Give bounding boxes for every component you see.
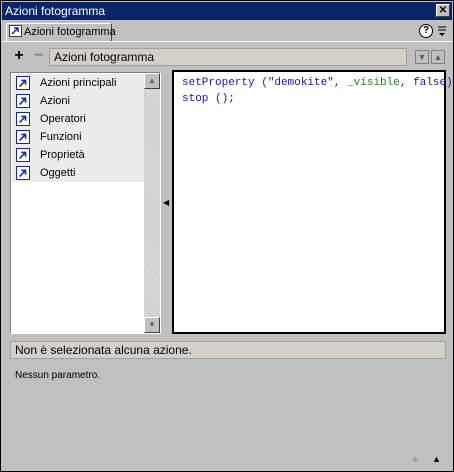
toolbox-item[interactable]: Operatori [12, 110, 146, 128]
script-func: stop [182, 93, 209, 105]
collapse-left-icon[interactable]: ◀ [163, 196, 169, 210]
action-arrow-icon [9, 25, 22, 37]
tab-azioni-fotogramma[interactable]: Azioni fotogramma [6, 23, 116, 42]
scroll-down-button[interactable]: ▼ [144, 317, 160, 333]
pane-splitter[interactable]: ◀ [162, 72, 170, 334]
script-func: setProperty [182, 77, 255, 89]
panel-menu-button[interactable] [437, 25, 447, 37]
toolbox-item[interactable]: Funzioni [12, 128, 146, 146]
book-arrow-icon [16, 76, 30, 90]
help-icon: ? [422, 25, 430, 36]
close-icon: ✕ [438, 5, 448, 16]
toolbox-scrollbar[interactable]: ▲ ▼ [144, 73, 160, 333]
scroll-up-button[interactable]: ▲ [144, 73, 160, 89]
status-bar: Non è selezionata alcuna azione. [10, 341, 446, 359]
scroll-down-icon: ▼ [148, 320, 156, 329]
script-token: , [399, 77, 414, 89]
tab-label: Azioni fotogramma [24, 26, 116, 38]
toolbox-item[interactable]: Azioni [12, 92, 146, 110]
toolbox-item[interactable]: Oggetti [12, 164, 146, 182]
triangle-up-icon: ▲ [433, 52, 443, 62]
book-arrow-icon [16, 148, 30, 162]
title-bar: Azioni fotogramma ✕ [2, 2, 452, 20]
toolbox-item-label: Oggetti [40, 167, 76, 179]
move-down-button[interactable]: ▼ [415, 50, 429, 64]
triangle-down-icon: ▼ [417, 52, 427, 62]
toolbox-item-label: Proprietà [40, 149, 85, 161]
script-token: , [333, 77, 348, 89]
close-button[interactable]: ✕ [436, 4, 450, 17]
toolbox-item-label: Operatori [40, 113, 86, 125]
book-arrow-icon [16, 130, 30, 144]
book-arrow-icon [16, 112, 30, 126]
collapse-params-icon[interactable]: ▲ [432, 453, 444, 465]
window-title: Azioni fotogramma [5, 4, 106, 18]
toolbox-list: Azioni principali Azioni Operatori Funzi… [12, 74, 146, 182]
scroll-up-icon: ▲ [148, 76, 156, 85]
book-arrow-icon [16, 166, 30, 180]
actions-toolbox: Azioni principali Azioni Operatori Funzi… [10, 72, 161, 334]
script-property: _visible [347, 77, 400, 89]
add-action-button[interactable]: + [11, 48, 27, 65]
script-token: (); [208, 93, 235, 105]
script-token: ( [254, 77, 268, 89]
script-value: false [413, 77, 447, 89]
toolbox-item-label: Funzioni [40, 131, 82, 143]
help-button[interactable]: ? [419, 24, 433, 38]
actions-header: Azioni fotogramma [49, 48, 407, 66]
move-up-button[interactable]: ▲ [431, 50, 445, 64]
actions-panel-window: Azioni fotogramma ✕ Azioni fotogramma ? … [0, 0, 454, 472]
book-arrow-icon [16, 94, 30, 108]
remove-action-button[interactable]: − [31, 48, 47, 65]
script-string: "demokite" [267, 77, 334, 89]
script-editor[interactable]: setProperty ("demokite", _visible, false… [172, 70, 454, 334]
panel-divider [2, 41, 452, 45]
toolbox-item-label: Azioni [40, 95, 70, 107]
parameters-text: Nessun parametro. [15, 370, 101, 381]
panel-menu-icon [438, 26, 446, 36]
toolbox-item-label: Azioni principali [40, 77, 117, 89]
toolbox-item[interactable]: Azioni principali [12, 74, 146, 92]
target-icon[interactable]: ⌖ [412, 453, 424, 465]
toolbox-item[interactable]: Proprietà [12, 146, 146, 164]
script-token: ); [446, 77, 454, 89]
